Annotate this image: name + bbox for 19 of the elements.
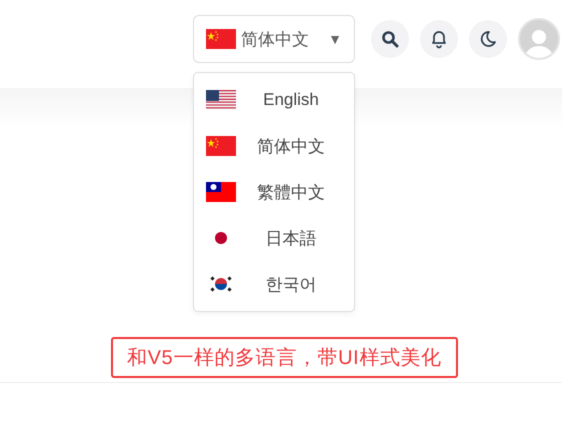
language-option[interactable]: English xyxy=(194,77,354,123)
language-button[interactable]: 简体中文 ▼ xyxy=(193,15,355,63)
flag-icon xyxy=(206,136,236,156)
language-option[interactable]: 简体中文 xyxy=(194,123,354,169)
moon-icon xyxy=(479,30,497,48)
notification-button[interactable] xyxy=(420,20,458,58)
annotation-callout: 和V5一样的多语言，带UI样式美化 xyxy=(111,337,458,378)
search-icon xyxy=(381,30,399,48)
language-label: 简体中文 xyxy=(241,28,309,50)
theme-toggle-button[interactable] xyxy=(469,20,507,58)
flag-icon xyxy=(206,182,236,202)
language-option[interactable]: 日本語 xyxy=(194,215,354,261)
flag-icon xyxy=(206,29,236,49)
bell-icon xyxy=(430,29,448,49)
caret-icon: ▼ xyxy=(328,31,342,47)
language-option[interactable]: 繁體中文 xyxy=(194,169,354,215)
search-button[interactable] xyxy=(371,20,409,58)
flag-icon xyxy=(206,90,236,110)
language-option[interactable]: 한국어 xyxy=(194,261,354,307)
